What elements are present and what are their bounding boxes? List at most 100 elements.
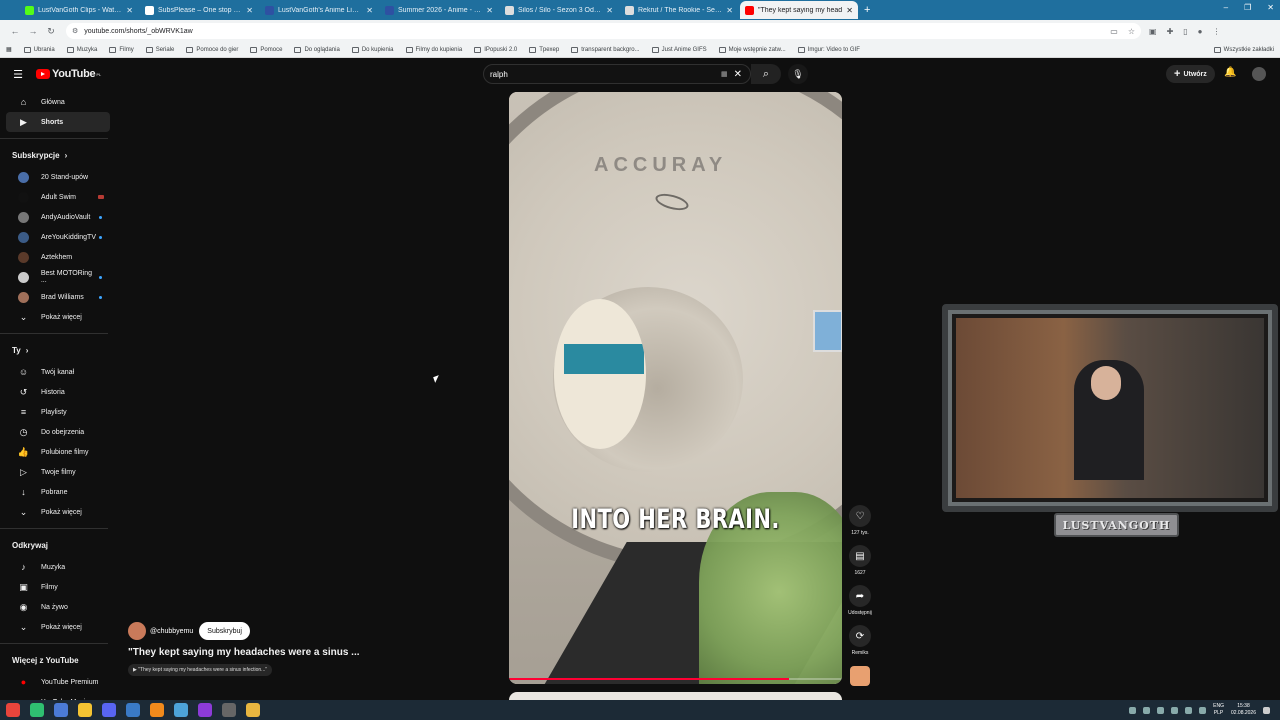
bookmark-item[interactable]: Just Anime GIFS [651, 46, 707, 53]
cast-icon[interactable]: ▭ [1110, 27, 1118, 36]
bookmark-item[interactable]: Tpexep [529, 46, 559, 53]
search-button[interactable]: ⌕ [751, 64, 781, 84]
bookmark-star-icon[interactable]: ☆ [1128, 27, 1135, 36]
video-progress-bar[interactable] [509, 678, 842, 680]
app-icon[interactable] [198, 703, 212, 717]
channel-name[interactable]: @chubbyemu [150, 628, 193, 635]
subscription-item[interactable]: 20 Stand-upów [6, 167, 110, 187]
close-tab-icon[interactable]: ✕ [846, 6, 853, 15]
url-bar[interactable]: ⚙ youtube.com/shorts/_obWRVK1aw ▭ ☆ [66, 23, 1141, 39]
short-title[interactable]: "They kept saying my headaches were a si… [128, 647, 488, 658]
extensions-puzzle-icon[interactable]: ✚ [1167, 27, 1174, 36]
comments-button[interactable]: ▤ [849, 545, 871, 567]
sidebar-item[interactable]: ◷ Do obejrzenia [6, 422, 110, 442]
maximize-button[interactable]: ❐ [1244, 3, 1251, 12]
show-more-button[interactable]: ⌄ Pokaż więcej [6, 617, 110, 637]
channel-avatar[interactable] [128, 622, 146, 640]
bookmark-item[interactable]: Imgur: Video to GIF [797, 46, 860, 53]
account-avatar[interactable] [1252, 67, 1266, 81]
browser-tab[interactable]: SubsPlease – One stop shop fo✕ [140, 1, 258, 19]
browser-tab[interactable]: Summer 2026 - Anime - MyAn✕ [380, 1, 498, 19]
new-tab-button[interactable]: + [864, 4, 870, 16]
vlc-icon[interactable] [150, 703, 164, 717]
like-button[interactable]: ♡ [849, 505, 871, 527]
language-indicator[interactable]: ENG PLP [1213, 703, 1224, 717]
back-icon[interactable]: ← [6, 26, 24, 36]
show-more-button[interactable]: ⌄ Pokaż więcej [6, 307, 110, 327]
obs-icon[interactable] [222, 703, 236, 717]
sidebar-item[interactable]: ▶ Shorts [6, 112, 110, 132]
remix-button[interactable]: ⟳ [849, 625, 871, 647]
browser-tab[interactable]: LustVanGoth Clips - Watch Live✕ [20, 1, 138, 19]
notification-center-icon[interactable] [1263, 706, 1270, 714]
reload-icon[interactable]: ↻ [42, 26, 60, 37]
subscribe-button[interactable]: Subskrybuj [199, 622, 250, 640]
search-input[interactable]: ralph ▦ ✕ [483, 64, 751, 84]
subscription-item[interactable]: AreYouKiddingTV [6, 227, 110, 247]
all-bookmarks[interactable]: Wszystkie zakładki [1213, 46, 1274, 53]
site-info-icon[interactable]: ⚙ [72, 27, 78, 35]
menu-icon[interactable]: ⋮ [1213, 27, 1221, 36]
sidebar-item[interactable]: ▣ Filmy [6, 577, 110, 597]
browser-icon[interactable] [54, 703, 68, 717]
sidebar-item[interactable]: ▷ Twoje filmy [6, 462, 110, 482]
sidebar-item[interactable]: ↺ Historia [6, 382, 110, 402]
bookmark-item[interactable]: Seriale [145, 46, 174, 53]
bookmark-item[interactable]: Pomoce [250, 46, 282, 53]
bookmark-item[interactable]: Ubrania [23, 46, 55, 53]
tray-icon[interactable] [1129, 706, 1137, 714]
forward-icon[interactable]: → [24, 26, 42, 36]
close-tab-icon[interactable]: ✕ [366, 6, 373, 15]
sidebar-section-header[interactable]: Ty › [0, 338, 116, 362]
steam-icon[interactable] [174, 703, 188, 717]
subscription-item[interactable]: Adult Swim [6, 187, 110, 207]
tray-icon[interactable] [1143, 706, 1151, 714]
bookmark-item[interactable]: IPopuski 2.0 [474, 46, 517, 53]
sidebar-section-header[interactable]: Więcej z YouTube [0, 648, 116, 672]
sidebar-item[interactable]: ↓ Pobrane [6, 482, 110, 502]
shorts-player[interactable]: ACCURAY INTO HER BRAIN. [509, 92, 842, 684]
share-button[interactable]: ➦ [849, 585, 871, 607]
sidebar-item[interactable]: ◉ Na żywo [6, 597, 110, 617]
clock[interactable]: 15:38 02.08.2026 [1231, 703, 1256, 717]
minimize-button[interactable]: – [1224, 3, 1228, 12]
bookmark-item[interactable]: Pomoce do gier [186, 46, 238, 53]
browser-tab[interactable]: LustVanGoth's Anime List - My✕ [260, 1, 378, 19]
browser-tab[interactable]: Silos / Silo - Sezon 3 Odcinek 2✕ [500, 1, 618, 19]
sidebar-item[interactable]: 👍 Polubione filmy [6, 442, 110, 462]
sidebar-item[interactable]: ☺ Twój kanał [6, 362, 110, 382]
bookmark-item[interactable]: Moje wstępnie zatw... [718, 46, 786, 53]
voice-search-button[interactable]: 🎙 [788, 64, 808, 84]
notifications-bell-icon[interactable]: 🔔 [1224, 67, 1236, 78]
network-icon[interactable] [1185, 706, 1193, 714]
sound-thumbnail[interactable] [850, 666, 870, 686]
sidebar-item[interactable]: ≡ Playlisty [6, 402, 110, 422]
youtube-logo[interactable]: YouTube PL [36, 68, 101, 80]
close-tab-icon[interactable]: ✕ [486, 6, 493, 15]
close-tab-icon[interactable]: ✕ [126, 6, 133, 15]
related-video-chip[interactable]: ▶ "They kept saying my headaches were a … [128, 664, 273, 676]
sidebar-item[interactable]: ⌂ Główna [6, 92, 110, 112]
profile-icon[interactable]: ● [1198, 27, 1203, 36]
bookmark-item[interactable]: Do oglądania [294, 46, 340, 53]
bookmark-item[interactable]: Muzyka [66, 46, 97, 53]
close-tab-icon[interactable]: ✕ [246, 6, 253, 15]
tray-icon[interactable] [1157, 706, 1165, 714]
subscription-item[interactable]: AndyAudioVault [6, 207, 110, 227]
browser-tab[interactable]: "They kept saying my head ✕ [740, 1, 858, 19]
subscription-item[interactable]: Best MOTORing ... [6, 267, 110, 287]
bookmark-item[interactable]: Filmy [109, 46, 134, 53]
app-icon[interactable] [126, 703, 140, 717]
sidebar-toggle-icon[interactable]: ▯ [1183, 27, 1187, 36]
keyboard-icon[interactable]: ▦ [721, 70, 728, 78]
hamburger-menu-icon[interactable]: ☰ [0, 68, 36, 81]
close-window-button[interactable]: ✕ [1267, 3, 1274, 12]
sidebar-section-header[interactable]: Subskrypcje › [0, 143, 116, 167]
tray-icon[interactable] [1171, 706, 1179, 714]
apps-icon[interactable]: ▦ [6, 46, 12, 53]
browser-tab[interactable]: Rekrut / The Rookie - Sezon 2✕ [620, 1, 738, 19]
sidebar-section-header[interactable]: Odkrywaj [0, 533, 116, 557]
subscription-item[interactable]: Aztekhem [6, 247, 110, 267]
sidebar-item[interactable]: ♪ Muzyka [6, 557, 110, 577]
clear-search-icon[interactable]: ✕ [734, 69, 742, 80]
